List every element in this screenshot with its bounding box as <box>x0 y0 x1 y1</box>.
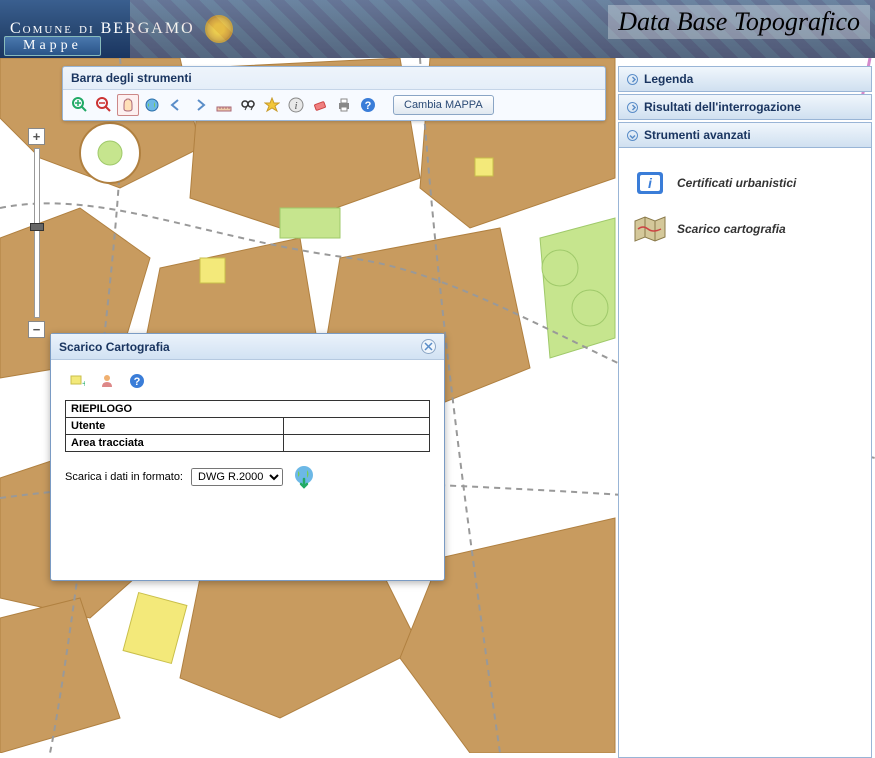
measure-button[interactable] <box>213 94 235 116</box>
download-dialog: Scarico Cartografia + ? RIEPILOGO Utente… <box>50 333 445 581</box>
user-row-label: Utente <box>66 418 284 435</box>
zoom-world-button[interactable] <box>141 94 163 116</box>
zoom-in-button[interactable] <box>69 94 91 116</box>
summary-header: RIEPILOGO <box>66 401 430 418</box>
zoom-slider[interactable]: + − <box>28 128 46 338</box>
summary-table: RIEPILOGO Utente Area tracciata <box>65 400 430 452</box>
close-button[interactable] <box>421 339 436 354</box>
dialog-body: + ? RIEPILOGO Utente Area tracciata Scar… <box>51 360 444 500</box>
change-map-button[interactable]: Cambia MAPPA <box>393 95 494 115</box>
expand-icon <box>627 102 638 113</box>
app-header: Comune di BERGAMO Data Base Topografico … <box>0 0 875 58</box>
zoom-plus-button[interactable]: + <box>28 128 45 145</box>
toolbar-title: Barra degli strumenti <box>63 67 605 90</box>
svg-text:+: + <box>82 379 85 389</box>
dialog-help-button[interactable]: ? <box>125 370 149 392</box>
main-area: + − Barra degli strumenti i ? Cambia MAP… <box>0 58 875 753</box>
download-cartography-item[interactable]: Scarico cartografia <box>629 206 861 252</box>
zoom-out-button[interactable] <box>93 94 115 116</box>
dialog-header[interactable]: Scarico Cartografia <box>51 334 444 360</box>
certificate-icon: i <box>633 168 667 198</box>
download-button[interactable] <box>291 464 317 490</box>
legend-label: Legenda <box>644 72 693 86</box>
dialog-toolbar: + ? <box>65 370 430 392</box>
pan-button[interactable] <box>117 94 139 116</box>
side-panel: Legenda Risultati dell'interrogazione St… <box>618 66 872 758</box>
svg-text:i: i <box>294 100 297 112</box>
draw-rect-button[interactable]: + <box>65 370 89 392</box>
dialog-title: Scarico Cartografia <box>59 340 170 354</box>
area-row-label: Area tracciata <box>66 435 284 452</box>
download-label: Scarica i dati in formato: <box>65 471 183 483</box>
favorite-button[interactable] <box>261 94 283 116</box>
query-results-header[interactable]: Risultati dell'interrogazione <box>618 94 872 120</box>
expand-icon <box>627 74 638 85</box>
user-row-value <box>284 418 430 435</box>
collapse-icon <box>627 130 638 141</box>
map-download-icon <box>633 214 667 244</box>
next-view-button[interactable] <box>189 94 211 116</box>
toolbar-panel: Barra degli strumenti i ? Cambia MAPPA <box>62 66 606 121</box>
find-button[interactable] <box>237 94 259 116</box>
area-row-value <box>284 435 430 452</box>
toolbar-body: i ? Cambia MAPPA <box>63 90 605 120</box>
zoom-track[interactable] <box>34 148 40 318</box>
print-button[interactable] <box>333 94 355 116</box>
advanced-tools-body: i Certificati urbanistici Scarico cartog… <box>618 148 872 758</box>
format-select[interactable]: DWG R.2000 <box>191 468 283 486</box>
help-button[interactable]: ? <box>357 94 379 116</box>
svg-text:?: ? <box>134 376 141 388</box>
app-title: Data Base Topografico <box>608 5 870 39</box>
svg-text:?: ? <box>365 100 372 112</box>
prev-view-button[interactable] <box>165 94 187 116</box>
download-row: Scarica i dati in formato: DWG R.2000 <box>65 464 430 490</box>
advanced-tools-label: Strumenti avanzati <box>644 128 751 142</box>
download-cartography-label: Scarico cartografia <box>677 222 786 236</box>
erase-button[interactable] <box>309 94 331 116</box>
identify-button[interactable]: i <box>285 94 307 116</box>
certificates-label: Certificati urbanistici <box>677 176 796 190</box>
zoom-minus-button[interactable]: − <box>28 321 45 338</box>
advanced-tools-header[interactable]: Strumenti avanzati <box>618 122 872 148</box>
certificates-item[interactable]: i Certificati urbanistici <box>629 160 861 206</box>
legend-header[interactable]: Legenda <box>618 66 872 92</box>
select-user-button[interactable] <box>95 370 119 392</box>
zoom-thumb[interactable] <box>30 223 44 231</box>
section-tab[interactable]: Mappe <box>4 36 101 56</box>
query-results-label: Risultati dell'interrogazione <box>644 100 801 114</box>
